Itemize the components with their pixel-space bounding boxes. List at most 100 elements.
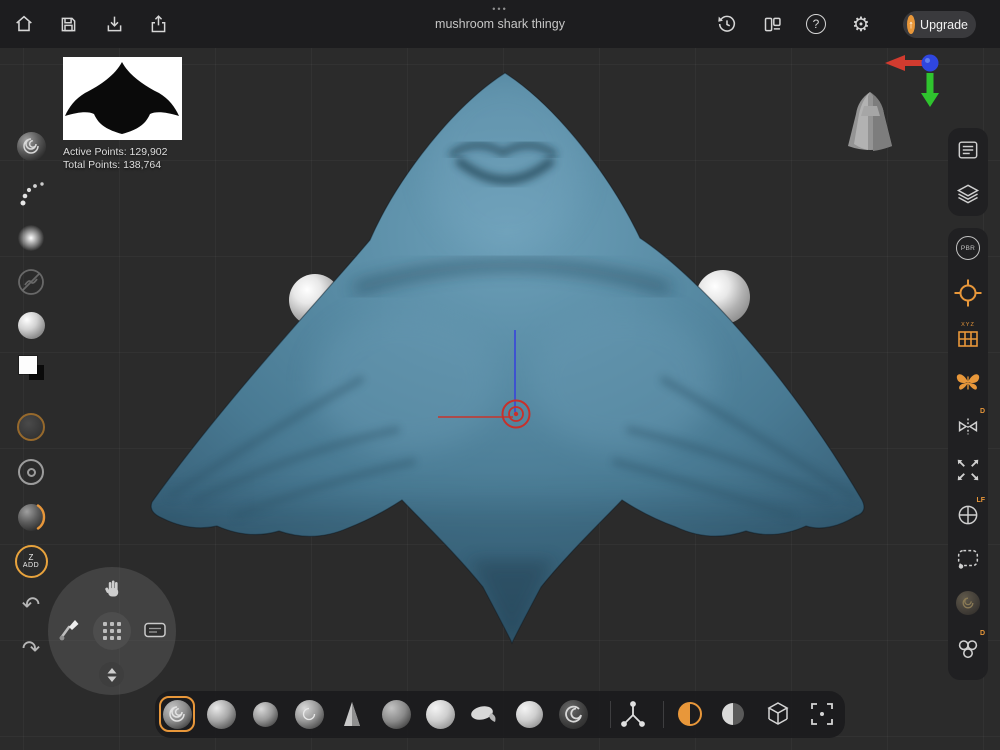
- divider: [663, 701, 664, 728]
- upgrade-button[interactable]: ↑ Upgrade: [903, 11, 976, 38]
- metalness-button[interactable]: [13, 454, 49, 490]
- brush-flatten-icon: [471, 706, 496, 722]
- gear-icon: ⚙: [852, 13, 870, 36]
- layout-button[interactable]: [758, 10, 786, 38]
- brush-smooth[interactable]: [422, 696, 458, 732]
- help-icon: ?: [806, 14, 826, 34]
- brush-standard[interactable]: [203, 696, 239, 732]
- mirror-button[interactable]: D: [953, 408, 985, 441]
- paint-tool-button[interactable]: [55, 615, 83, 643]
- undo-icon: ↶: [21, 592, 41, 617]
- scene-panel-button[interactable]: [953, 135, 983, 165]
- stencil-off-icon: [18, 269, 44, 295]
- redo-button[interactable]: ↷: [13, 631, 49, 667]
- brush-clay[interactable]: [159, 696, 195, 732]
- redo-icon: ↷: [21, 636, 41, 661]
- layout-icon: [764, 17, 781, 31]
- stencil-button[interactable]: [13, 264, 49, 300]
- paint-brush-icon: [59, 620, 79, 641]
- share-button[interactable]: [144, 10, 172, 38]
- brush-crease[interactable]: [334, 696, 370, 732]
- lasso-button[interactable]: [953, 544, 983, 574]
- brush-blob[interactable]: [378, 696, 414, 732]
- color-swatch-button[interactable]: [13, 349, 49, 385]
- brush-preview-button[interactable]: [13, 128, 49, 164]
- light-follow-button[interactable]: LF: [953, 497, 985, 530]
- ring-dot-icon: [18, 459, 44, 485]
- zadd-add-label: ADD: [22, 561, 40, 569]
- swirl-icon: [169, 706, 185, 722]
- frame-tool[interactable]: [804, 696, 840, 732]
- mirror-icon: [958, 418, 978, 435]
- radius-button[interactable]: [13, 220, 49, 256]
- swirl-icon: [302, 707, 316, 721]
- mask-tool[interactable]: [672, 696, 708, 732]
- layers-icon: [956, 184, 980, 204]
- save-button[interactable]: [54, 10, 82, 38]
- light-badge: LF: [976, 497, 985, 504]
- material-button[interactable]: [13, 307, 49, 343]
- lasso-icon: [957, 549, 979, 569]
- grid-icon: [93, 612, 131, 650]
- brush-drag[interactable]: [511, 696, 547, 732]
- quick-menu-center[interactable]: [93, 612, 131, 650]
- brush-twist[interactable]: [555, 696, 591, 732]
- cube-icon: [767, 702, 789, 725]
- swirl-icon: [962, 597, 974, 609]
- gizmo-button[interactable]: [953, 278, 983, 308]
- share-icon: [151, 14, 165, 32]
- pan-button[interactable]: [98, 575, 126, 603]
- soft-radius-icon: [18, 225, 44, 251]
- brush-smooth-icon: [425, 699, 455, 729]
- dyntopo-button[interactable]: [953, 588, 983, 618]
- help-button[interactable]: ?: [802, 10, 830, 38]
- multi-object-button[interactable]: D: [953, 630, 985, 663]
- falloff-icon: [20, 182, 44, 206]
- settings-button[interactable]: ⚙: [847, 10, 875, 38]
- updown-icon: [99, 662, 124, 687]
- axis-gizmo[interactable]: [875, 50, 950, 120]
- panel-shortcut-button[interactable]: [141, 616, 169, 644]
- home-button[interactable]: [10, 10, 38, 38]
- upgrade-label: Upgrade: [920, 17, 968, 32]
- zadd-icon: Z ADD: [14, 544, 48, 578]
- transform-tool[interactable]: [615, 696, 651, 732]
- brush-move[interactable]: [291, 696, 327, 732]
- smooth-tool[interactable]: [715, 696, 751, 732]
- color-swatch-icon: [17, 353, 45, 381]
- expand-icon: [957, 459, 979, 481]
- falloff-button[interactable]: [13, 174, 49, 210]
- roughness-ring-icon: [17, 413, 45, 441]
- voxel-tool[interactable]: [760, 696, 796, 732]
- import-icon: [107, 16, 121, 31]
- size-toggle-button[interactable]: [99, 662, 124, 687]
- quick-menu[interactable]: [48, 567, 176, 695]
- symmetry-button[interactable]: [953, 367, 983, 397]
- brush-drag-icon: [515, 700, 543, 728]
- brush-blob-icon: [381, 699, 411, 729]
- pbr-button[interactable]: PBR: [953, 233, 983, 263]
- layers-button[interactable]: [953, 179, 983, 209]
- undo-button[interactable]: ↶: [13, 587, 49, 623]
- history-icon: [718, 15, 736, 32]
- intensity-button[interactable]: [13, 499, 49, 535]
- objects-badge: D: [979, 630, 985, 637]
- brush-inflate[interactable]: [247, 696, 283, 732]
- brush-crease-icon: [344, 702, 360, 726]
- point-stats: Active Points: 129,902 Total Points: 138…: [63, 146, 167, 172]
- upgrade-arrow-icon: ↑: [907, 15, 916, 34]
- frame-icon: [811, 703, 833, 725]
- snap-grid-button[interactable]: XYZ: [953, 322, 983, 352]
- zadd-button[interactable]: Z ADD: [13, 543, 49, 579]
- scene-panel-icon: [958, 141, 978, 159]
- fullscreen-button[interactable]: [953, 455, 983, 485]
- import-button[interactable]: [100, 10, 128, 38]
- roughness-button[interactable]: [13, 409, 49, 445]
- history-button[interactable]: [713, 10, 741, 38]
- gizmo-target-icon: [954, 279, 982, 307]
- brush-inflate-icon: [252, 701, 278, 727]
- brush-flatten[interactable]: [466, 696, 502, 732]
- alpha-preview[interactable]: [63, 57, 182, 140]
- zadd-z-label: Z: [28, 552, 34, 562]
- intensity-arc-icon: [36, 504, 46, 530]
